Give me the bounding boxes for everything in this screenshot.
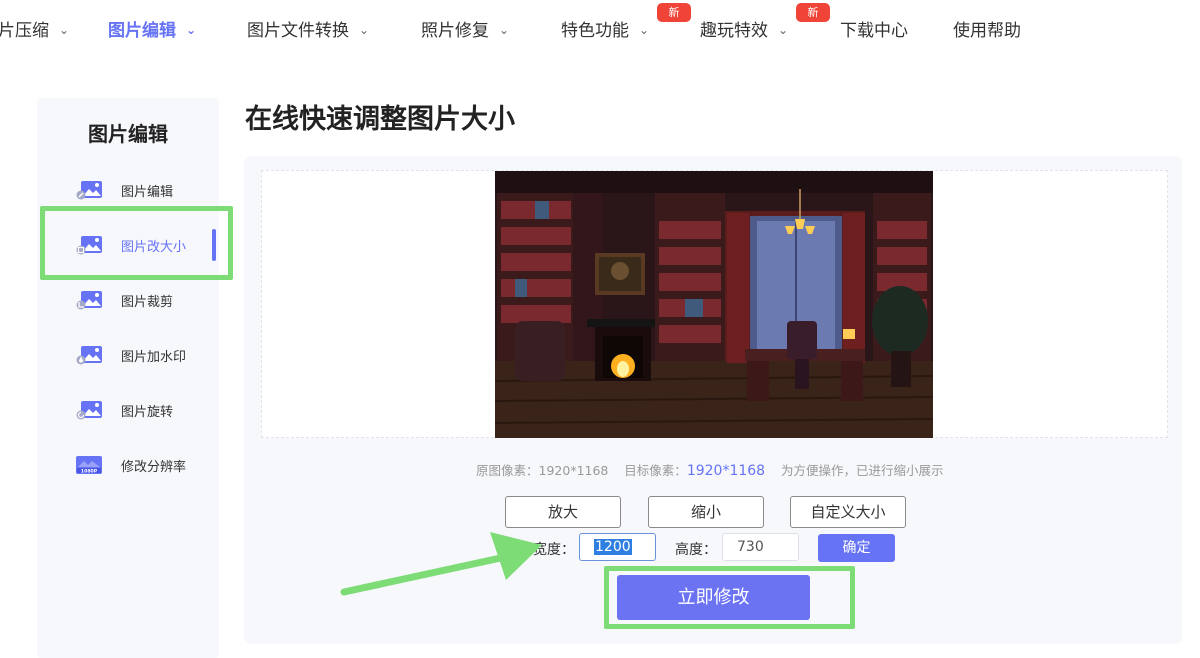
nav-item-features[interactable]: 特色功能 ⌄ (561, 16, 649, 41)
new-badge: 新 (657, 3, 691, 22)
target-pixels-label: 目标像素： (624, 463, 687, 478)
pixel-info-line: 原图像素：1920*1168 目标像素：1920*1168 为方便操作，已进行缩… (476, 460, 944, 479)
nav-item-file-convert[interactable]: 图片文件转换 ⌄ (247, 16, 369, 41)
chevron-down-icon: ⌄ (186, 23, 197, 37)
nav-item-label: 特色功能 (561, 21, 629, 41)
display-note: 为方便操作，已进行缩小展示 (780, 463, 944, 478)
sidebar-title: 图片编辑 (88, 122, 168, 146)
height-input[interactable]: 730 (722, 533, 799, 561)
sidebar-item-label: 图片裁剪 (121, 295, 174, 310)
nav-item-label: 图片文件转换 (247, 21, 349, 41)
width-input-value: 1200 (594, 539, 632, 555)
active-indicator (212, 229, 216, 261)
image-crop-icon (76, 291, 102, 310)
enlarge-button[interactable]: 放大 (505, 496, 621, 528)
chevron-down-icon: ⌄ (778, 23, 789, 37)
sidebar-item-image-rotate[interactable]: 图片旋转 (37, 390, 219, 430)
nav-item-label: 图片编辑 (108, 21, 176, 41)
nav-item-photo-repair[interactable]: 照片修复 ⌄ (421, 16, 509, 41)
resolution-icon-text: 1080P (81, 468, 98, 474)
sidebar-item-label: 图片加水印 (121, 350, 187, 365)
image-resize-icon (76, 236, 102, 255)
confirm-button[interactable]: 确定 (818, 534, 895, 562)
nav-item-image-edit[interactable]: 图片编辑 ⌄ (108, 16, 196, 41)
height-input-value: 730 (737, 539, 764, 555)
chevron-down-icon: ⌄ (499, 23, 510, 37)
width-label: 宽度： (533, 542, 575, 558)
sidebar-item-image-watermark[interactable]: 图片加水印 (37, 335, 219, 375)
sidebar: 图片编辑 图片编辑 图片改大小 图片裁剪 图片加水印 图片旋转 1080P 修改… (37, 98, 219, 658)
preview-image (495, 171, 933, 438)
sidebar-item-label: 修改分辨率 (121, 460, 187, 475)
new-badge: 新 (796, 3, 830, 22)
sidebar-item-image-resize[interactable]: 图片改大小 (37, 225, 219, 265)
width-input[interactable]: 1200 (579, 533, 656, 561)
image-rotate-icon (76, 401, 102, 420)
chevron-down-icon: ⌄ (639, 23, 650, 37)
top-navigation: 片压缩 ⌄ 图片编辑 ⌄ 图片文件转换 ⌄ 照片修复 ⌄ 特色功能 ⌄ 新 趣玩特效 ⌄ 新… (0, 0, 1200, 56)
apply-now-button[interactable]: 立即修改 (617, 575, 810, 620)
shrink-button[interactable]: 缩小 (648, 496, 764, 528)
nav-item-label: 趣玩特效 (700, 21, 768, 41)
sidebar-item-label: 图片旋转 (121, 405, 174, 420)
sidebar-item-label: 图片编辑 (121, 185, 174, 200)
original-pixels-label: 原图像素： (476, 463, 539, 478)
height-label: 高度： (675, 542, 717, 558)
nav-item-label: 照片修复 (421, 21, 489, 41)
chevron-down-icon: ⌄ (359, 23, 370, 37)
sidebar-item-image-edit[interactable]: 图片编辑 (37, 170, 219, 210)
nav-item-fun-effects[interactable]: 趣玩特效 ⌄ (700, 16, 788, 41)
sidebar-item-resolution[interactable]: 1080P 修改分辨率 (37, 445, 219, 485)
custom-size-button[interactable]: 自定义大小 (790, 496, 906, 528)
target-pixels-value: 1920*1168 (686, 463, 766, 479)
sidebar-item-image-crop[interactable]: 图片裁剪 (37, 280, 219, 320)
chevron-down-icon: ⌄ (59, 23, 70, 37)
nav-item-label: 片压缩 (0, 21, 49, 41)
nav-item-label: 下载中心 (840, 21, 908, 41)
resolution-1080p-icon: 1080P (76, 456, 102, 474)
nav-item-image-compress[interactable]: 片压缩 ⌄ (0, 16, 69, 41)
original-pixels-value: 1920*1168 (538, 463, 609, 478)
image-watermark-icon (76, 346, 102, 365)
sidebar-item-label: 图片改大小 (121, 240, 187, 255)
nav-item-download-center[interactable]: 下载中心 (840, 16, 908, 41)
nav-item-label: 使用帮助 (953, 21, 1021, 41)
image-edit-icon (76, 181, 102, 200)
page-title: 在线快速调整图片大小 (245, 104, 515, 135)
nav-item-help[interactable]: 使用帮助 (953, 16, 1021, 41)
